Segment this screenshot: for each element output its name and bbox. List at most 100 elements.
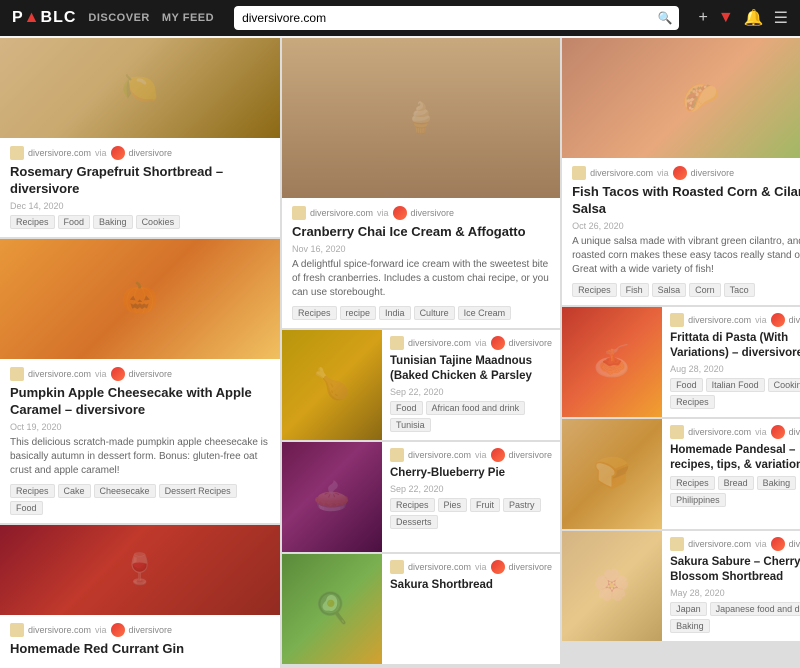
card-tunisian-tags: Food African food and drink Tunisia	[390, 401, 552, 432]
card-rosemary-title: Rosemary Grapefruit Shortbread – diversi…	[10, 164, 270, 198]
tag[interactable]: Food	[670, 378, 703, 392]
tag[interactable]: Recipes	[572, 283, 617, 297]
search-bar: 🔍	[234, 6, 678, 30]
right-column: 🌮 diversivore.com via diversivore Fish T…	[562, 38, 800, 668]
center-column: 🍦 diversivore.com via diversivore Cranbe…	[282, 38, 560, 668]
card-frittata[interactable]: 🍝 diversivore.com via diversivore Fritta…	[562, 307, 800, 417]
tag[interactable]: Baking	[93, 215, 133, 229]
card-tunisian-body: diversivore.com via diversivore Tunisian…	[382, 330, 560, 440]
via-text: via	[475, 562, 487, 572]
tag[interactable]: Recipes	[670, 476, 715, 490]
card-redcurrant-body: diversivore.com via diversivore Homemade…	[0, 615, 280, 668]
tag[interactable]: Dessert Recipes	[159, 484, 237, 498]
tag[interactable]: Cake	[58, 484, 91, 498]
tag[interactable]: Taco	[724, 283, 755, 297]
tag[interactable]: Ice Cream	[458, 306, 512, 320]
bell-icon[interactable]: 🔔	[744, 8, 764, 28]
nav-myfeed[interactable]: MY FEED	[162, 12, 214, 24]
card-pumpkin[interactable]: 🎃 diversivore.com via diversivore Pumpki…	[0, 239, 280, 523]
tag[interactable]: Desserts	[390, 515, 438, 529]
card-fishtacos-date: Oct 26, 2020	[572, 221, 800, 231]
tag[interactable]: Fish	[620, 283, 649, 297]
tag[interactable]: Cooking	[768, 378, 800, 392]
site-avatar	[10, 367, 24, 381]
site-avatar	[390, 448, 404, 462]
card-sakura-egg-body: diversivore.com via diversivore Sakura S…	[382, 554, 560, 664]
card-redcurrant-meta: diversivore.com via diversivore	[10, 623, 270, 637]
via-text: via	[755, 427, 767, 437]
menu-icon[interactable]: ☰	[774, 8, 788, 28]
search-input[interactable]	[234, 6, 678, 30]
nav-discover[interactable]: DISCOVER	[88, 12, 149, 24]
card-cranberry-meta: diversivore.com via diversivore	[292, 206, 550, 220]
tag[interactable]: Corn	[689, 283, 721, 297]
user-avatar	[491, 448, 505, 462]
via-text: via	[755, 315, 767, 325]
site-avatar	[10, 623, 24, 637]
tag[interactable]: Philippines	[670, 493, 726, 507]
user-name: diversivore	[789, 315, 800, 325]
tag[interactable]: Cookies	[136, 215, 181, 229]
tag[interactable]: Recipes	[10, 484, 55, 498]
user-avatar	[111, 623, 125, 637]
tag[interactable]: Recipes	[670, 395, 715, 409]
card-sakura-date: May 28, 2020	[670, 588, 800, 598]
card-pandesal[interactable]: 🍞 diversivore.com via diversivore Homema…	[562, 419, 800, 529]
card-tunisian-date: Sep 22, 2020	[390, 387, 552, 397]
card-rosemary-body: diversivore.com via diversivore Rosemary…	[0, 138, 280, 237]
card-sakura-egg-title: Sakura Shortbread	[390, 578, 552, 593]
left-column: 🍋 diversivore.com via diversivore Rosema…	[0, 38, 280, 668]
tag[interactable]: Fruit	[470, 498, 500, 512]
card-cranberry[interactable]: 🍦 diversivore.com via diversivore Cranbe…	[282, 38, 560, 328]
tag[interactable]: Culture	[414, 306, 455, 320]
user-avatar	[673, 166, 687, 180]
search-icon[interactable]: 🔍	[658, 11, 673, 25]
via-text: via	[95, 148, 107, 158]
tag[interactable]: Japanese food and drink	[710, 602, 800, 616]
tag[interactable]: Tunisia	[390, 418, 431, 432]
tag[interactable]: Bread	[718, 476, 754, 490]
site-avatar	[670, 425, 684, 439]
card-tunisian[interactable]: 🍗 diversivore.com via diversivore Tunisi…	[282, 330, 560, 440]
tag[interactable]: Baking	[670, 619, 710, 633]
logo[interactable]: P▲BLC	[12, 9, 76, 27]
user-avatar	[771, 537, 785, 551]
user-avatar	[111, 367, 125, 381]
tag[interactable]: recipe	[340, 306, 377, 320]
card-sakura-egg[interactable]: 🍳 diversivore.com via diversivore Sakura…	[282, 554, 560, 664]
card-sakura-egg-meta: diversivore.com via diversivore	[390, 560, 552, 574]
heart-icon[interactable]: ▼	[718, 9, 734, 27]
via-text: via	[475, 338, 487, 348]
tag[interactable]: Food	[390, 401, 423, 415]
card-frittata-tags: Food Italian Food Cooking Recipes	[670, 378, 800, 409]
card-redcurrant[interactable]: 🍷 diversivore.com via diversivore Homema…	[0, 525, 280, 668]
card-rosemary[interactable]: 🍋 diversivore.com via diversivore Rosema…	[0, 38, 280, 237]
via-text: via	[95, 369, 107, 379]
card-cranberry-body: diversivore.com via diversivore Cranberr…	[282, 198, 560, 328]
tag[interactable]: Recipes	[10, 215, 55, 229]
card-cherry[interactable]: 🥧 diversivore.com via diversivore Cherry…	[282, 442, 560, 552]
card-fishtacos[interactable]: 🌮 diversivore.com via diversivore Fish T…	[562, 38, 800, 305]
tag[interactable]: African food and drink	[426, 401, 526, 415]
tag[interactable]: Recipes	[292, 306, 337, 320]
site-name: diversivore.com	[688, 315, 751, 325]
tag[interactable]: Recipes	[390, 498, 435, 512]
tag[interactable]: Cheesecake	[94, 484, 156, 498]
tag[interactable]: Pastry	[503, 498, 541, 512]
tag[interactable]: Baking	[757, 476, 797, 490]
add-icon[interactable]: +	[699, 9, 708, 27]
tag[interactable]: Japan	[670, 602, 707, 616]
card-cherry-date: Sep 22, 2020	[390, 484, 552, 494]
tag[interactable]: Food	[10, 501, 43, 515]
card-redcurrant-title: Homemade Red Currant Gin	[10, 641, 270, 658]
card-pumpkin-body: diversivore.com via diversivore Pumpkin …	[0, 359, 280, 523]
tag[interactable]: Food	[58, 215, 91, 229]
card-sakura[interactable]: 🌸 diversivore.com via diversivore Sakura…	[562, 531, 800, 641]
user-avatar	[771, 313, 785, 327]
tag[interactable]: India	[379, 306, 411, 320]
card-sakura-title: Sakura Sabure – Cherry Blossom Shortbrea…	[670, 555, 800, 585]
user-name: diversivore	[509, 562, 553, 572]
tag[interactable]: Salsa	[652, 283, 687, 297]
tag[interactable]: Pies	[438, 498, 468, 512]
tag[interactable]: Italian Food	[706, 378, 765, 392]
